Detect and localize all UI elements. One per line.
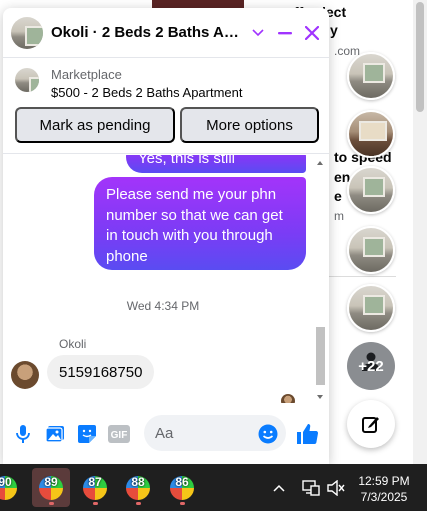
message-timestamp: Wed 4:34 PM [126, 299, 200, 313]
taskbar-app[interactable]: 86 [163, 468, 201, 507]
scroll-down-arrow-icon[interactable] [317, 395, 323, 399]
listing-thumbnail[interactable] [15, 68, 39, 92]
sender-name: Okoli [59, 337, 87, 351]
screen: ffordect y .com to speed en e m +22 Okol… [0, 0, 427, 511]
chat-scrollbar[interactable] [314, 155, 326, 403]
close-icon[interactable] [301, 22, 323, 44]
more-options-button[interactable]: More options [180, 107, 319, 143]
sender-avatar[interactable] [11, 361, 39, 389]
chat-head-5[interactable] [347, 284, 395, 332]
running-indicator [136, 502, 141, 505]
page-scrollbar-thumb[interactable] [416, 2, 424, 112]
mark-as-pending-button[interactable]: Mark as pending [15, 107, 175, 143]
chevron-up-icon[interactable] [270, 479, 288, 497]
speaker-muted-icon[interactable] [327, 479, 345, 497]
clock-date: 7/3/2025 [360, 490, 408, 504]
message-composer: GIF [3, 408, 329, 458]
system-clock[interactable]: 12:59 PM 7/3/2025 [352, 473, 416, 505]
background-image [152, 0, 244, 8]
chat-head-2[interactable] [347, 110, 395, 158]
chat-head-4[interactable] [347, 226, 395, 274]
outgoing-message[interactable]: Please send me your phn number so that w… [94, 177, 306, 270]
svg-text:GIF: GIF [111, 430, 128, 441]
clock-time: 12:59 PM [358, 474, 410, 488]
running-indicator [93, 502, 98, 505]
thumbs-up-icon[interactable] [295, 422, 319, 446]
chevron-down-icon[interactable] [247, 22, 269, 44]
minimize-icon[interactable] [274, 22, 296, 44]
chat-header[interactable]: Okoli · 2 Beds 2 Baths Apartment [3, 8, 329, 58]
sticker-icon[interactable] [76, 423, 98, 445]
more-chats-button[interactable]: +22 [347, 342, 395, 390]
chat-window: Okoli · 2 Beds 2 Baths Apartment Marketp… [3, 8, 329, 464]
incoming-message[interactable]: 5159168750 [47, 355, 155, 389]
taskbar-app[interactable]: 90 [0, 468, 24, 507]
running-indicator [180, 502, 185, 505]
outgoing-message[interactable]: Yes, this is still available [126, 155, 306, 188]
new-message-button[interactable] [347, 400, 395, 448]
taskbar: 90 89 87 88 86 12:59 PM 7/3/2025 [0, 464, 427, 511]
microphone-icon[interactable] [12, 423, 34, 445]
network-icon[interactable] [302, 479, 320, 497]
chat-head-3[interactable] [347, 166, 395, 214]
emoji-icon[interactable] [258, 424, 278, 444]
background-heading-fragment-2: y [330, 22, 338, 38]
background-divider [318, 276, 396, 277]
read-receipt-avatar [281, 394, 295, 403]
taskbar-app[interactable]: 88 [119, 468, 157, 507]
compose-icon [362, 417, 379, 433]
taskbar-app-active[interactable]: 89 [32, 468, 70, 507]
gif-icon[interactable]: GIF [108, 423, 130, 445]
conversation-title[interactable]: Okoli · 2 Beds 2 Baths Apartment [51, 24, 247, 41]
chat-scrollbar-thumb[interactable] [316, 327, 325, 385]
chat-head-1[interactable] [347, 52, 395, 100]
background-text-e: e [334, 188, 342, 204]
scroll-up-arrow-icon[interactable] [317, 161, 323, 165]
background-text-m: m [334, 209, 344, 223]
taskbar-app[interactable]: 87 [76, 468, 114, 507]
marketplace-listing: Marketplace $500 - 2 Beds 2 Baths Apartm… [3, 58, 329, 154]
listing-source: Marketplace [51, 67, 122, 82]
listing-title[interactable]: $500 - 2 Beds 2 Baths Apartment [51, 85, 243, 100]
active-indicator [49, 502, 54, 505]
more-chats-count: +22 [358, 357, 384, 375]
photo-icon[interactable] [44, 423, 66, 445]
message-list: Yes, this is still available Please send… [3, 155, 329, 403]
page-scrollbar[interactable] [413, 0, 427, 464]
conversation-avatar[interactable] [11, 17, 43, 49]
